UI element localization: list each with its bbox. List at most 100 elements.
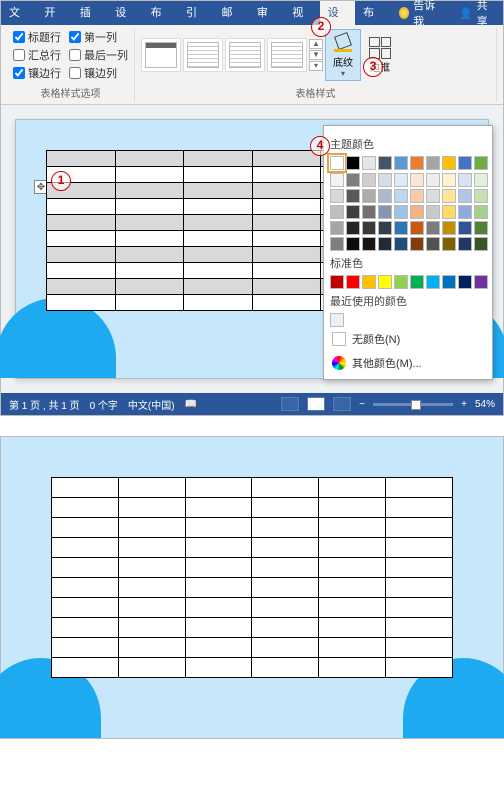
zoom-level[interactable]: 54% <box>475 399 495 410</box>
color-swatch[interactable] <box>362 221 376 235</box>
color-swatch[interactable] <box>410 205 424 219</box>
color-swatch[interactable] <box>458 221 472 235</box>
color-swatch[interactable] <box>362 173 376 187</box>
color-swatch[interactable] <box>362 189 376 203</box>
color-swatch[interactable] <box>346 221 360 235</box>
color-swatch[interactable] <box>426 237 440 251</box>
color-swatch[interactable] <box>442 237 456 251</box>
color-swatch[interactable] <box>458 156 472 170</box>
proofing-icon[interactable]: 📖 <box>185 399 197 410</box>
color-swatch[interactable] <box>426 173 440 187</box>
color-swatch[interactable] <box>458 205 472 219</box>
tab-home[interactable]: 开始 <box>36 1 71 25</box>
word-count[interactable]: 0 个字 <box>90 397 118 412</box>
view-print[interactable] <box>307 397 325 411</box>
color-swatch[interactable] <box>330 237 344 251</box>
color-swatch[interactable] <box>330 221 344 235</box>
color-swatch[interactable] <box>362 205 376 219</box>
color-swatch[interactable] <box>410 156 424 170</box>
more-colors-item[interactable]: 其他颜色(M)... <box>330 351 486 375</box>
color-swatch[interactable] <box>458 275 472 289</box>
color-swatch[interactable] <box>394 189 408 203</box>
page-count[interactable]: 第 1 页 , 共 1 页 <box>9 397 80 412</box>
color-swatch[interactable] <box>426 205 440 219</box>
color-swatch[interactable] <box>346 173 360 187</box>
color-swatch[interactable] <box>426 221 440 235</box>
check-first-col[interactable]: 第一列 <box>69 29 128 45</box>
color-swatch[interactable] <box>362 275 376 289</box>
tab-design[interactable]: 设计 <box>107 1 142 25</box>
color-swatch[interactable] <box>442 275 456 289</box>
color-swatch[interactable] <box>330 156 344 170</box>
color-swatch[interactable] <box>362 156 376 170</box>
style-thumb[interactable] <box>267 38 307 72</box>
color-swatch[interactable] <box>458 173 472 187</box>
shading-button[interactable]: 底纹 ▾ <box>325 29 361 81</box>
style-thumb[interactable] <box>225 38 265 72</box>
color-swatch[interactable] <box>378 237 392 251</box>
color-swatch[interactable] <box>474 189 488 203</box>
zoom-in[interactable]: + <box>461 399 467 410</box>
color-swatch[interactable] <box>378 221 392 235</box>
check-total-row[interactable]: 汇总行 <box>13 47 61 63</box>
color-swatch[interactable] <box>410 173 424 187</box>
language[interactable]: 中文(中国) <box>128 397 175 412</box>
color-swatch[interactable] <box>458 189 472 203</box>
color-swatch[interactable] <box>346 237 360 251</box>
color-swatch[interactable] <box>442 189 456 203</box>
style-thumb[interactable] <box>141 38 181 72</box>
color-swatch[interactable] <box>378 205 392 219</box>
color-swatch[interactable] <box>346 156 360 170</box>
color-swatch[interactable] <box>426 189 440 203</box>
color-swatch[interactable] <box>378 275 392 289</box>
color-swatch[interactable] <box>410 221 424 235</box>
color-swatch[interactable] <box>442 173 456 187</box>
recent-color-swatch[interactable] <box>330 313 344 327</box>
color-swatch[interactable] <box>394 275 408 289</box>
tab-references[interactable]: 引用 <box>178 1 213 25</box>
check-banded-row[interactable]: 镶边行 <box>13 65 61 81</box>
check-header-row[interactable]: 标题行 <box>13 29 61 45</box>
zoom-slider[interactable] <box>373 403 453 406</box>
color-swatch[interactable] <box>474 275 488 289</box>
color-swatch[interactable] <box>394 173 408 187</box>
color-swatch[interactable] <box>330 275 344 289</box>
style-thumb[interactable] <box>183 38 223 72</box>
tab-insert[interactable]: 插入 <box>72 1 107 25</box>
check-banded-col[interactable]: 镶边列 <box>69 65 128 81</box>
color-swatch[interactable] <box>426 275 440 289</box>
color-swatch[interactable] <box>426 156 440 170</box>
tab-review[interactable]: 审阅 <box>249 1 284 25</box>
tab-mail[interactable]: 邮件 <box>213 1 248 25</box>
tab-file[interactable]: 文件 <box>1 1 36 25</box>
color-swatch[interactable] <box>394 205 408 219</box>
color-swatch[interactable] <box>330 189 344 203</box>
color-swatch[interactable] <box>442 205 456 219</box>
color-swatch[interactable] <box>410 275 424 289</box>
gallery-scroll[interactable]: ▲▼▾ <box>309 39 323 71</box>
color-swatch[interactable] <box>346 205 360 219</box>
color-swatch[interactable] <box>346 275 360 289</box>
color-swatch[interactable] <box>394 221 408 235</box>
color-swatch[interactable] <box>346 189 360 203</box>
color-swatch[interactable] <box>474 205 488 219</box>
color-swatch[interactable] <box>474 173 488 187</box>
color-swatch[interactable] <box>378 189 392 203</box>
color-swatch[interactable] <box>474 221 488 235</box>
color-swatch[interactable] <box>410 237 424 251</box>
color-swatch[interactable] <box>330 205 344 219</box>
color-swatch[interactable] <box>330 173 344 187</box>
color-swatch[interactable] <box>378 173 392 187</box>
color-swatch[interactable] <box>410 189 424 203</box>
color-swatch[interactable] <box>458 237 472 251</box>
color-swatch[interactable] <box>474 156 488 170</box>
zoom-out[interactable]: − <box>359 399 365 410</box>
view-read[interactable] <box>281 397 299 411</box>
tab-layout[interactable]: 布局 <box>143 1 178 25</box>
color-swatch[interactable] <box>362 237 376 251</box>
check-last-col[interactable]: 最后一列 <box>69 47 128 63</box>
tab-table-layout[interactable]: 布局 <box>355 1 390 25</box>
view-web[interactable] <box>333 397 351 411</box>
color-swatch[interactable] <box>442 156 456 170</box>
style-gallery[interactable]: ▲▼▾ 底纹 ▾ 边框 <box>141 29 490 81</box>
